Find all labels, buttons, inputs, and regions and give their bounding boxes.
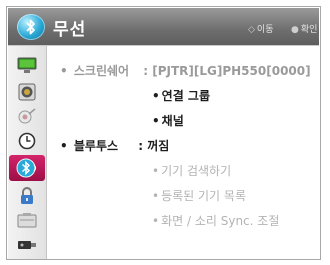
bluetooth-sidebar-icon — [16, 158, 37, 178]
bluetooth-label: 블루투스 — [73, 139, 119, 153]
time-icon — [18, 132, 36, 149]
sidebar-item-input[interactable] — [13, 235, 41, 254]
bluetooth-icon — [17, 14, 45, 40]
sidebar-item-option[interactable] — [13, 210, 41, 229]
hint-move-label: 이동 — [256, 25, 274, 35]
menu-item-bluetooth[interactable]: • 블루투스 : 꺼짐 — [60, 137, 169, 154]
menu-item-connection-group[interactable]: • 연결 그룹 — [152, 87, 210, 104]
input-icon — [18, 240, 36, 249]
hint-ok: ● 확인 — [291, 22, 317, 35]
menu-header: 무선 ◇ 이동 ● 확인 — [8, 8, 319, 46]
registered-devices-label: 등록된 기기 목록 — [161, 189, 246, 203]
sidebar-item-channel[interactable] — [13, 106, 41, 125]
screenshare-value: : [PJTR][LG]PH550[0000] — [143, 64, 311, 78]
channel-icon — [18, 107, 36, 123]
sidebar-item-picture[interactable] — [13, 56, 41, 75]
menu-item-screenshare[interactable]: • 스크린쉐어 : [PJTR][LG]PH550[0000] — [60, 62, 311, 79]
menu-item-device-search[interactable]: • 기기 검색하기 — [152, 162, 231, 179]
hint-ok-label: 확인 — [300, 25, 318, 35]
wireless-menu-window: 무선 ◇ 이동 ● 확인 • 스크린쉐어: [PJTR][LG]PH550[0… — [6, 6, 321, 260]
sidebar-item-sound[interactable] — [13, 82, 41, 101]
move-arrows-icon: ◇ — [248, 25, 255, 35]
screenshare-label: 스크린쉐어 — [73, 64, 130, 78]
sidebar-item-bluetooth[interactable] — [9, 155, 45, 181]
bluetooth-value: : 꺼짐 — [138, 139, 170, 153]
menu-item-channel[interactable]: • 채널 — [152, 112, 184, 129]
sound-icon — [18, 83, 36, 100]
device-search-label: 기기 검색하기 — [161, 164, 232, 178]
lock-icon — [21, 186, 33, 204]
option-icon — [17, 212, 37, 227]
ok-dot-icon: ● — [291, 25, 299, 35]
sidebar-item-lock[interactable] — [13, 186, 41, 205]
page-title: 무선 — [53, 20, 87, 40]
menu-item-av-sync[interactable]: • 화면 / 소리 Sync. 조절 — [152, 212, 279, 229]
av-sync-label: 화면 / 소리 Sync. 조절 — [161, 214, 280, 228]
connection-group-label: 연결 그룹 — [161, 89, 211, 103]
menu-item-registered-devices[interactable]: • 등록된 기기 목록 — [152, 187, 246, 204]
hint-move: ◇ 이동 — [248, 22, 273, 35]
sidebar-item-time[interactable] — [13, 131, 41, 150]
channel-label: 채널 — [161, 114, 184, 128]
picture-icon — [17, 57, 37, 73]
sidebar — [8, 46, 47, 259]
